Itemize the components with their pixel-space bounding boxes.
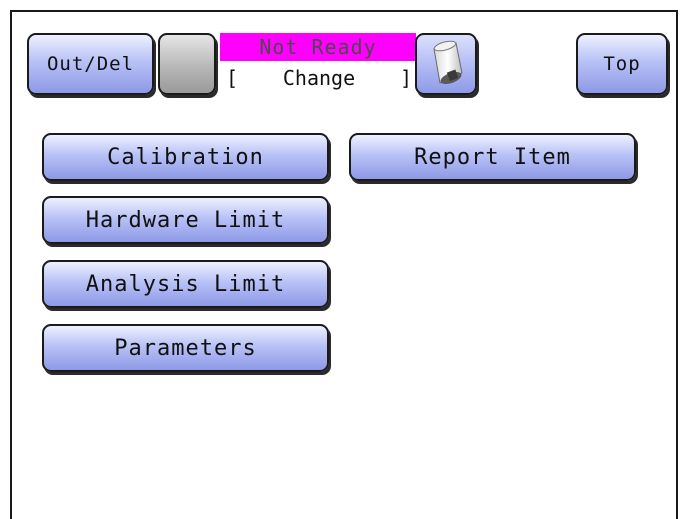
device-button[interactable] <box>415 33 477 95</box>
calibration-button[interactable]: Calibration <box>42 133 329 181</box>
mode-bracket-open: [ <box>226 66 239 90</box>
status-text: Not Ready <box>259 35 377 59</box>
out-del-button[interactable]: Out/Del <box>27 33 154 95</box>
mode-bracket-close: ] <box>399 66 412 90</box>
status-indicator: Not Ready <box>220 33 416 61</box>
analysis-limit-button[interactable]: Analysis Limit <box>42 260 329 308</box>
mode-text: Change <box>282 66 356 90</box>
top-button[interactable]: Top <box>576 33 668 95</box>
sample-cylinder-icon <box>433 40 463 85</box>
parameters-button[interactable]: Parameters <box>42 324 329 372</box>
disabled-button <box>158 33 216 95</box>
mode-display: [ Change ] <box>220 63 416 93</box>
hardware-limit-button[interactable]: Hardware Limit <box>42 196 329 244</box>
report-item-button[interactable]: Report Item <box>349 133 636 181</box>
